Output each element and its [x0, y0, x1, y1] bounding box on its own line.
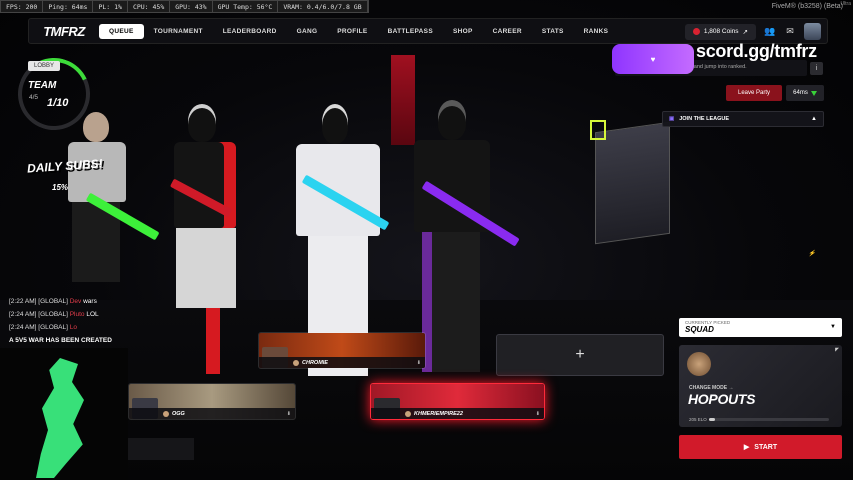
fps-readout: FPS: 200 [1, 1, 44, 12]
game-mode-card[interactable]: ◤ CHANGE MODE → HOPOUTS 205 ELO [679, 345, 842, 427]
rank-icon [293, 359, 299, 366]
elo-value: 205 ELO [689, 417, 707, 422]
join-league-label: JOIN THE LEAGUE [679, 116, 730, 122]
corner-marker-icon: ◤ [835, 347, 839, 353]
elo-progress-bar [709, 418, 829, 421]
player-name: KHMERIEMPIRE22 [414, 410, 463, 417]
rank-icon [163, 410, 169, 417]
player-name: OGG [172, 410, 185, 417]
daily-subs-percent: 15% [52, 183, 69, 192]
add-player-slot[interactable]: + [496, 334, 664, 376]
user-avatar[interactable] [804, 23, 821, 40]
fivem-build-label: FiveM® (b3258) (Beta) [771, 3, 843, 10]
external-link-icon: ↗ [742, 28, 748, 36]
terminal-key-prop [590, 120, 606, 140]
team-count: 4/5 [29, 94, 39, 101]
chevron-up-icon: ▲ [811, 116, 817, 122]
mode-icon [687, 352, 711, 376]
gpu-readout: GPU: 43% [170, 1, 213, 12]
elo-progress-fill [709, 418, 715, 421]
nav-queue[interactable]: Queue [99, 23, 144, 39]
coin-icon [692, 28, 700, 35]
currently-picked-value: SQUAD [685, 325, 714, 334]
friends-icon[interactable]: 👥 [764, 26, 776, 38]
coins-amount: 1,808 Coins [703, 28, 739, 35]
start-label: START [754, 443, 778, 451]
download-icon: ⬇ [416, 360, 421, 366]
player-card[interactable]: OGG ⬇ [128, 383, 296, 420]
wall-sign: ⚡ [808, 251, 816, 257]
character-2[interactable] [160, 108, 260, 378]
chat-feed: [2:22 AM] [GLOBAL] Dev wars [2:24 AM] [G… [9, 295, 112, 347]
join-league-dropdown[interactable]: ▣ JOIN THE LEAGUE ▲ [662, 111, 824, 127]
gpu-temp-readout: GPU Temp: 56°C [213, 1, 279, 12]
nav-tournament[interactable]: Tournament [144, 24, 213, 39]
start-button[interactable]: ▶ START [679, 435, 842, 459]
discord-url: scord.gg/tmfrz [696, 41, 817, 61]
vram-readout: VRAM: 0.4/6.0/7.8 GB [278, 1, 368, 12]
player-card[interactable]: KHMERIEMPIRE22 ⬇ [370, 383, 545, 420]
character-1[interactable] [60, 112, 160, 322]
mode-dropdown[interactable]: CURRENTLY PICKED SQUAD ▼ [679, 318, 842, 337]
player-name: CHROMIE [302, 359, 328, 366]
nav-shop[interactable]: Shop [443, 24, 483, 39]
download-icon: ⬇ [535, 411, 540, 417]
chat-message: [2:24 AM] [GLOBAL] Pluto LOL [9, 311, 99, 318]
mode-name: HOPOUTS [688, 391, 756, 407]
fivem-quality-label: Ultra [840, 1, 851, 7]
download-icon: ⬇ [286, 411, 291, 417]
nav-profile[interactable]: Profile [327, 24, 377, 39]
brand-logo[interactable]: TMFRZ [29, 24, 99, 39]
info-icon[interactable]: i [810, 62, 823, 75]
webcam-bar [128, 438, 194, 460]
team-slots: 1/10 [47, 97, 69, 109]
terminal-prop [595, 121, 670, 245]
discord-logo: ♥ [612, 44, 694, 74]
coins-balance[interactable]: 1,808 Coins ↗ [684, 23, 756, 40]
packet-loss-readout: PL: 1% [93, 1, 128, 12]
play-icon: ▶ [743, 444, 750, 451]
leave-party-button[interactable]: Leave Party [726, 85, 782, 101]
nav-battlepass[interactable]: Battlepass [378, 24, 443, 39]
chat-message: [2:24 AM] [GLOBAL] Lo [9, 324, 77, 331]
signal-icon [810, 90, 817, 96]
nav-gang[interactable]: Gang [287, 24, 328, 39]
cpu-readout: CPU: 45% [128, 1, 171, 12]
player-card[interactable]: CHROMIE ⬇ [258, 332, 426, 369]
rank-icon [405, 410, 411, 417]
nav-stats[interactable]: Stats [532, 24, 574, 39]
discord-small-icon: ▣ [669, 116, 675, 122]
chevron-down-icon: ▼ [830, 324, 836, 330]
discord-icon: ♥ [650, 54, 656, 64]
chat-message: [2:22 AM] [GLOBAL] Dev wars [9, 298, 97, 305]
nav-leaderboard[interactable]: Leaderboard [213, 24, 287, 39]
mail-icon[interactable]: ✉ [784, 26, 796, 38]
team-label: TEAM [28, 80, 57, 91]
ping-readout: Ping: 64ms [43, 1, 94, 12]
ping-indicator: 64ms [786, 85, 824, 101]
ping-value: 64ms [793, 90, 808, 96]
nav-career[interactable]: Career [483, 24, 532, 39]
performance-overlay: FPS: 200 Ping: 64ms PL: 1% CPU: 45% GPU:… [0, 0, 369, 13]
nav-ranks[interactable]: Ranks [574, 24, 619, 39]
chat-war-banner: A 5V5 WAR HAS BEEN CREATED [9, 337, 112, 344]
lobby-badge: LOBBY [28, 61, 61, 71]
